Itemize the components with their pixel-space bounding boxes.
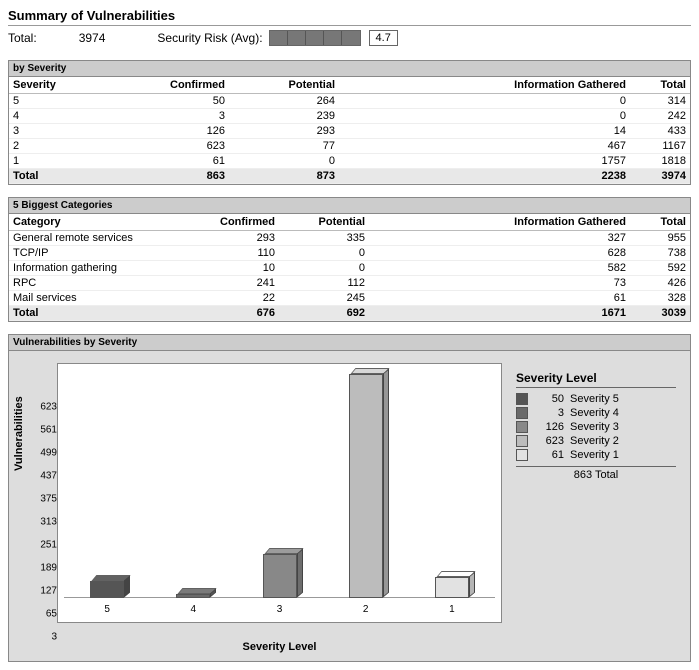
col-confirmed: Confirmed bbox=[189, 214, 279, 231]
legend-title: Severity Level bbox=[516, 371, 676, 388]
legend-item: 3Severity 4 bbox=[516, 406, 676, 420]
chart-bar bbox=[435, 577, 469, 598]
ytick: 499 bbox=[40, 448, 57, 459]
ytick: 437 bbox=[40, 471, 57, 482]
col-category: Category bbox=[9, 214, 189, 231]
chart-plot-area: 5 4 3 2 1 bbox=[57, 363, 502, 623]
table-row: Mail services2224561328 bbox=[9, 291, 690, 306]
summary-row: Total: 3974 Security Risk (Avg): 4.7 bbox=[8, 30, 691, 46]
severity-header: by Severity bbox=[9, 61, 690, 77]
table-row: 161017571818 bbox=[9, 154, 690, 169]
legend-item: 50Severity 5 bbox=[516, 392, 676, 406]
table-row: 5502640314 bbox=[9, 94, 690, 109]
col-severity: Severity bbox=[9, 77, 119, 94]
xtick: 4 bbox=[191, 604, 197, 615]
table-total-row: Total86387322383974 bbox=[9, 169, 690, 184]
legend-item: 126Severity 3 bbox=[516, 420, 676, 434]
col-info: Information Gathered bbox=[339, 77, 630, 94]
legend-total: 863 Total bbox=[516, 466, 676, 481]
table-row: RPC24111273426 bbox=[9, 276, 690, 291]
chart-xticks: 5 4 3 2 1 bbox=[64, 604, 495, 618]
chart-bar bbox=[349, 374, 383, 598]
severity-table: Severity Confirmed Potential Information… bbox=[9, 77, 690, 184]
ytick: 127 bbox=[40, 586, 57, 597]
risk-bar bbox=[269, 30, 361, 46]
ytick: 313 bbox=[40, 517, 57, 528]
severity-section: by Severity Severity Confirmed Potential… bbox=[8, 60, 691, 185]
ytick: 189 bbox=[40, 563, 57, 574]
ytick: 561 bbox=[40, 425, 57, 436]
col-info: Information Gathered bbox=[369, 214, 630, 231]
xtick: 3 bbox=[277, 604, 283, 615]
col-confirmed: Confirmed bbox=[119, 77, 229, 94]
table-row: 312629314433 bbox=[9, 124, 690, 139]
table-total-row: Total67669216713039 bbox=[9, 306, 690, 321]
col-potential: Potential bbox=[229, 77, 339, 94]
chart-section: Vulnerabilities by Severity Vulnerabilit… bbox=[8, 334, 691, 662]
legend-item: 61Severity 1 bbox=[516, 448, 676, 462]
ytick: 3 bbox=[51, 632, 57, 643]
ytick: 623 bbox=[40, 402, 57, 413]
table-row: 432390242 bbox=[9, 109, 690, 124]
total-value: 3974 bbox=[79, 31, 106, 45]
table-row: Information gathering100582592 bbox=[9, 261, 690, 276]
ytick: 375 bbox=[40, 494, 57, 505]
page-title: Summary of Vulnerabilities bbox=[8, 8, 691, 26]
legend-item: 623Severity 2 bbox=[516, 434, 676, 448]
table-row: TCP/IP1100628738 bbox=[9, 246, 690, 261]
ytick: 65 bbox=[46, 609, 57, 620]
col-total: Total bbox=[630, 214, 690, 231]
risk-value: 4.7 bbox=[369, 30, 398, 46]
chart-ylabel: Vulnerabilities bbox=[13, 396, 25, 471]
category-header: 5 Biggest Categories bbox=[9, 198, 690, 214]
xtick: 5 bbox=[104, 604, 110, 615]
xtick: 1 bbox=[449, 604, 455, 615]
category-table: Category Confirmed Potential Information… bbox=[9, 214, 690, 321]
chart-header: Vulnerabilities by Severity bbox=[9, 335, 690, 351]
table-row: 2623774671167 bbox=[9, 139, 690, 154]
chart-legend: Severity Level 50Severity 53Severity 412… bbox=[516, 371, 676, 481]
ytick: 251 bbox=[40, 540, 57, 551]
chart-xlabel: Severity Level bbox=[57, 641, 502, 653]
col-total: Total bbox=[630, 77, 690, 94]
chart-yticks: 623561499437375313251189127653 bbox=[31, 363, 59, 637]
category-section: 5 Biggest Categories Category Confirmed … bbox=[8, 197, 691, 322]
xtick: 2 bbox=[363, 604, 369, 615]
chart-body: Vulnerabilities 623561499437375313251189… bbox=[9, 351, 690, 661]
total-label: Total: bbox=[8, 31, 37, 45]
chart-bar bbox=[263, 554, 297, 598]
col-potential: Potential bbox=[279, 214, 369, 231]
chart-bar bbox=[176, 594, 210, 598]
risk-label: Security Risk (Avg): bbox=[157, 31, 262, 45]
chart-bar bbox=[90, 581, 124, 598]
table-row: General remote services293335327955 bbox=[9, 231, 690, 246]
